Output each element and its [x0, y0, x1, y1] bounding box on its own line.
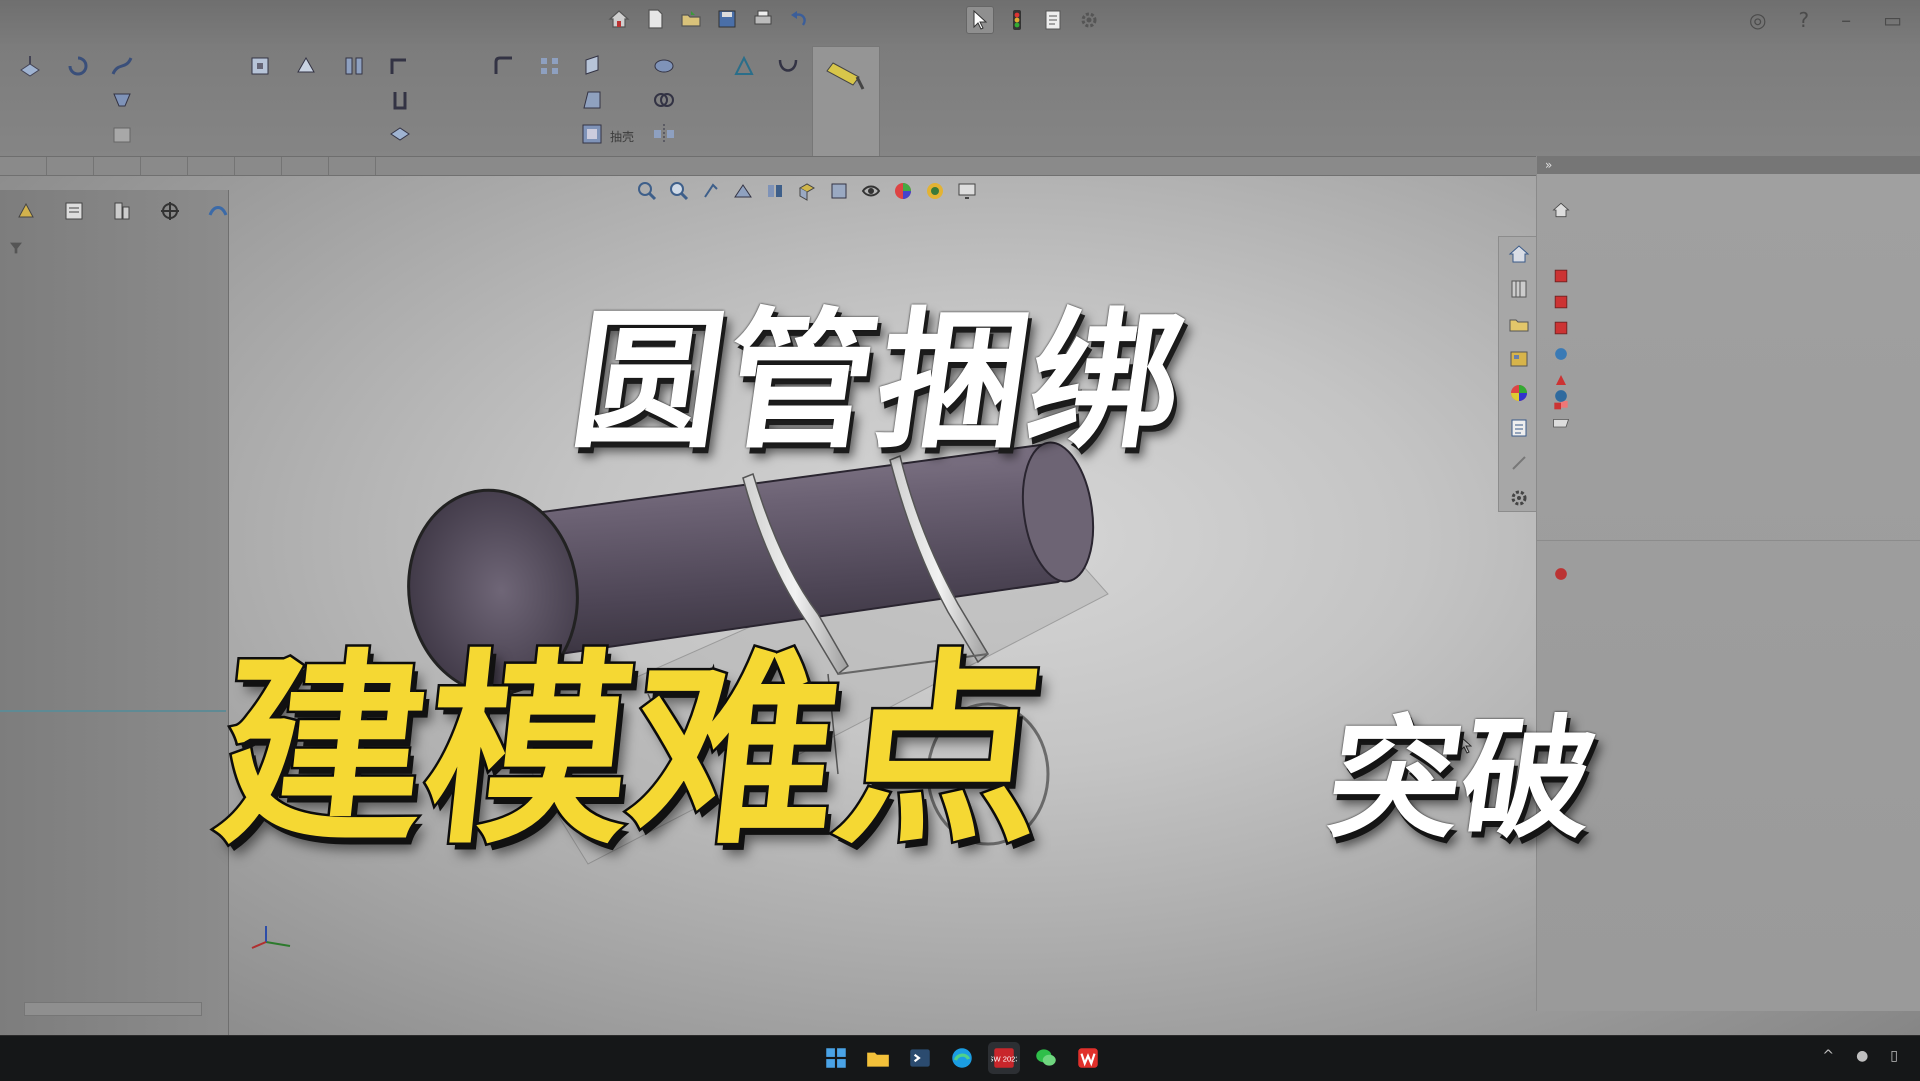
forum-icon[interactable]: [1504, 450, 1534, 477]
command-manager-ribbon: 抽壳: [0, 44, 1920, 156]
feature-tree-divider: [0, 710, 226, 712]
intersect-icon[interactable]: [650, 86, 678, 114]
quick-access-toolbar: ◎ ? – ▭: [0, 0, 1920, 44]
file-properties-icon[interactable]: [1040, 7, 1066, 33]
dimxpert-icon[interactable]: [154, 196, 186, 226]
red-cube-icon[interactable]: [1551, 292, 1571, 312]
red-cube-icon[interactable]: [1551, 266, 1571, 286]
tab-sketch[interactable]: [47, 157, 94, 175]
windows-taskbar: SW 2023 ^ ● ▯: [0, 1035, 1920, 1081]
hole-wizard-icon[interactable]: [292, 52, 320, 80]
rib-icon[interactable]: [578, 52, 606, 80]
feature-manager-panel: [0, 190, 229, 1035]
extrude-boss-icon[interactable]: [16, 52, 44, 80]
tab-features[interactable]: [0, 157, 47, 175]
blue-globe-icon[interactable]: [1551, 344, 1571, 364]
rebuild-traffic-light-icon[interactable]: [1004, 7, 1030, 33]
window-controls: ◎ ? – ▭: [1749, 8, 1902, 32]
wechat-icon[interactable]: [1030, 1042, 1062, 1074]
print-icon[interactable]: [750, 6, 776, 32]
property-manager-icon[interactable]: [58, 196, 90, 226]
tab-weldments[interactable]: [141, 157, 188, 175]
solidworks-icon-text: SW 2023: [991, 1054, 1017, 1063]
undo-icon[interactable]: [786, 6, 812, 32]
restore-button[interactable]: ▭: [1883, 8, 1902, 32]
tab-sheet-metal[interactable]: [188, 157, 235, 175]
video-title-tag: 突破: [1319, 703, 1605, 857]
question-icon[interactable]: ?: [1798, 8, 1809, 32]
tray-overflow-icon[interactable]: ^: [1822, 1048, 1834, 1064]
tab-surfaces[interactable]: [94, 157, 141, 175]
boundary-boss-icon[interactable]: [108, 120, 136, 148]
axis-triad-icon: [251, 926, 291, 949]
options-gear-icon[interactable]: [1076, 7, 1102, 33]
configuration-manager-icon[interactable]: [106, 196, 138, 226]
system-tray: ^ ● ▯: [1822, 1048, 1898, 1064]
solidworks-window: ◎ ? – ▭ 抽壳 » 圆管捆绑 建模难点 突破: [0, 0, 1920, 1035]
red-globe-icon[interactable]: [1551, 564, 1571, 584]
lofted-cut-icon[interactable]: [386, 86, 414, 114]
filter-icon[interactable]: [8, 240, 24, 256]
task-pane: »: [1536, 156, 1920, 1011]
swept-cut-icon[interactable]: [386, 52, 414, 80]
red-cube-icon[interactable]: [1551, 318, 1571, 338]
feature-manager-tabs: [10, 196, 234, 226]
file-explorer-icon[interactable]: [862, 1042, 894, 1074]
video-title-highlight: 建模难点: [205, 630, 1059, 875]
tab-mbd[interactable]: [329, 157, 376, 175]
new-file-icon[interactable]: [642, 6, 668, 32]
boundary-cut-icon[interactable]: [386, 120, 414, 148]
revolve-boss-icon[interactable]: [64, 52, 92, 80]
task-pane-collapse[interactable]: »: [1537, 156, 1920, 174]
taskbar-apps: SW 2023: [820, 1042, 1104, 1074]
curves-icon[interactable]: [774, 52, 802, 80]
solidworks-icon[interactable]: SW 2023: [988, 1042, 1020, 1074]
blue-globe-icon[interactable]: [1551, 386, 1571, 406]
task-pane-divider: [1537, 540, 1920, 541]
reference-geometry-icon[interactable]: [730, 52, 758, 80]
view-palette-icon[interactable]: [1504, 345, 1534, 372]
draft-icon[interactable]: [578, 86, 606, 114]
open-file-icon[interactable]: [678, 6, 704, 32]
extruded-cut-icon[interactable]: [246, 52, 274, 80]
file-explorer-icon[interactable]: [1504, 311, 1534, 338]
task-pane-home-icon[interactable]: [1551, 200, 1571, 220]
shell-label[interactable]: 抽壳: [610, 128, 634, 145]
mirror-icon[interactable]: [650, 120, 678, 148]
wrap-icon[interactable]: [650, 52, 678, 80]
custom-properties-icon[interactable]: [1504, 415, 1534, 442]
windows-start-icon[interactable]: [820, 1042, 852, 1074]
help-icon[interactable]: ◎: [1749, 8, 1766, 32]
appearances-icon[interactable]: [1504, 380, 1534, 407]
minimize-button[interactable]: –: [1841, 8, 1851, 32]
video-title-top: 圆管捆绑: [561, 295, 1195, 469]
fillet-icon[interactable]: [490, 52, 518, 80]
design-library-icon[interactable]: [1504, 276, 1534, 303]
select-pointer-icon[interactable]: [966, 6, 994, 34]
shell-icon[interactable]: [578, 120, 606, 148]
task-pane-tabs: [1498, 236, 1540, 512]
save-icon[interactable]: [714, 6, 740, 32]
linear-pattern-icon[interactable]: [536, 52, 564, 80]
tab-evaluate[interactable]: [282, 157, 329, 175]
settings-icon[interactable]: [1504, 484, 1534, 511]
revolved-cut-icon[interactable]: [340, 52, 368, 80]
wps-icon[interactable]: [1072, 1042, 1104, 1074]
feature-tree-status: [24, 1002, 202, 1016]
terminal-icon[interactable]: [904, 1042, 936, 1074]
loft-boss-icon[interactable]: [108, 86, 136, 114]
feature-tree-icon[interactable]: [10, 196, 42, 226]
folder-open-icon[interactable]: [1551, 412, 1571, 432]
solidworks-resources-home-icon[interactable]: [1504, 241, 1534, 268]
home-icon[interactable]: [606, 6, 632, 32]
tab-markup[interactable]: [235, 157, 282, 175]
edge-icon[interactable]: [946, 1042, 978, 1074]
sweep-boss-icon[interactable]: [108, 52, 136, 80]
microphone-icon[interactable]: ●: [1856, 1048, 1868, 1064]
notification-icon[interactable]: ▯: [1890, 1048, 1898, 1064]
